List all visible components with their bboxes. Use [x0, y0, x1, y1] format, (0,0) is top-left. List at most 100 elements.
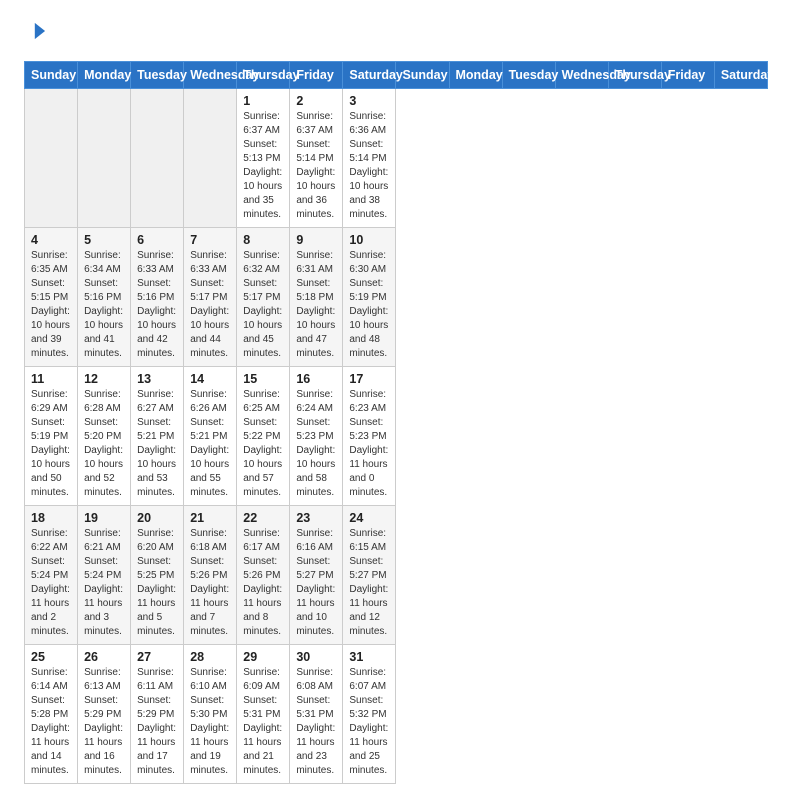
calendar-cell: 28 Sunrise: 6:10 AMSunset: 5:30 PMDayligh… — [184, 645, 237, 784]
day-detail: Sunrise: 6:18 AMSunset: 5:26 PMDaylight:… — [190, 527, 230, 639]
day-number: 12 — [84, 372, 124, 386]
day-detail: Sunrise: 6:31 AMSunset: 5:18 PMDaylight:… — [296, 249, 336, 361]
day-number: 9 — [296, 233, 336, 247]
calendar-cell: 8Sunrise: 6:32 AMSunset: 5:17 PMDaylight… — [237, 228, 290, 367]
day-detail: Sunrise: 6:20 AMSunset: 5:25 PMDaylight:… — [137, 527, 177, 639]
day-number: 29 — [243, 650, 283, 664]
calendar-week-row: 11 Sunrise: 6:29 AMSunset: 5:19 PMDayligh… — [25, 367, 768, 506]
calendar-cell: 9 Sunrise: 6:31 AMSunset: 5:18 PMDaylight… — [290, 228, 343, 367]
day-header-wednesday: Wednesday — [555, 62, 608, 89]
day-number: 11 — [31, 372, 71, 386]
day-header-sunday: Sunday — [25, 62, 78, 89]
calendar-cell: 31 Sunrise: 6:07 AMSunset: 5:32 PMDayligh… — [343, 645, 396, 784]
day-number: 23 — [296, 511, 336, 525]
calendar-cell — [184, 89, 237, 228]
day-number: 30 — [296, 650, 336, 664]
calendar-cell: 24 Sunrise: 6:15 AMSunset: 5:27 PMDayligh… — [343, 506, 396, 645]
day-header-saturday: Saturday — [714, 62, 767, 89]
calendar-cell: 4 Sunrise: 6:35 AMSunset: 5:15 PMDaylight… — [25, 228, 78, 367]
day-number: 18 — [31, 511, 71, 525]
calendar-week-row: 25 Sunrise: 6:14 AMSunset: 5:28 PMDayligh… — [25, 645, 768, 784]
day-detail: Sunrise: 6:07 AMSunset: 5:32 PMDaylight:… — [349, 666, 389, 778]
day-detail: Sunrise: 6:24 AMSunset: 5:23 PMDaylight:… — [296, 388, 336, 500]
day-detail: Sunrise: 6:28 AMSunset: 5:20 PMDaylight:… — [84, 388, 124, 500]
calendar-cell: 21 Sunrise: 6:18 AMSunset: 5:26 PMDayligh… — [184, 506, 237, 645]
calendar-cell: 27Sunrise: 6:11 AMSunset: 5:29 PMDayligh… — [131, 645, 184, 784]
day-number: 31 — [349, 650, 389, 664]
page-header — [24, 20, 768, 47]
day-detail: Sunrise: 6:37 AMSunset: 5:14 PMDaylight:… — [296, 110, 336, 222]
calendar-cell: 1Sunrise: 6:37 AMSunset: 5:13 PMDaylight… — [237, 89, 290, 228]
day-number: 7 — [190, 233, 230, 247]
calendar-cell — [78, 89, 131, 228]
calendar-cell: 22 Sunrise: 6:17 AMSunset: 5:26 PMDayligh… — [237, 506, 290, 645]
day-number: 24 — [349, 511, 389, 525]
day-detail: Sunrise: 6:13 AMSunset: 5:29 PMDaylight:… — [84, 666, 124, 778]
calendar-week-row: 18Sunrise: 6:22 AMSunset: 5:24 PMDayligh… — [25, 506, 768, 645]
day-number: 10 — [349, 233, 389, 247]
calendar-cell: 3 Sunrise: 6:36 AMSunset: 5:14 PMDaylight… — [343, 89, 396, 228]
calendar-cell: 18Sunrise: 6:22 AMSunset: 5:24 PMDayligh… — [25, 506, 78, 645]
day-header-monday: Monday — [78, 62, 131, 89]
day-number: 21 — [190, 511, 230, 525]
calendar-cell: 26 Sunrise: 6:13 AMSunset: 5:29 PMDayligh… — [78, 645, 131, 784]
day-detail: Sunrise: 6:33 AMSunset: 5:17 PMDaylight:… — [190, 249, 230, 361]
day-detail: Sunrise: 6:32 AMSunset: 5:17 PMDaylight:… — [243, 249, 283, 361]
day-detail: Sunrise: 6:27 AMSunset: 5:21 PMDaylight:… — [137, 388, 177, 500]
calendar-cell: 23 Sunrise: 6:16 AMSunset: 5:27 PMDayligh… — [290, 506, 343, 645]
calendar-cell: 25 Sunrise: 6:14 AMSunset: 5:28 PMDayligh… — [25, 645, 78, 784]
calendar-cell — [25, 89, 78, 228]
day-number: 3 — [349, 94, 389, 108]
day-detail: Sunrise: 6:09 AMSunset: 5:31 PMDaylight:… — [243, 666, 283, 778]
calendar-cell: 13 Sunrise: 6:27 AMSunset: 5:21 PMDayligh… — [131, 367, 184, 506]
day-detail: Sunrise: 6:14 AMSunset: 5:28 PMDaylight:… — [31, 666, 71, 778]
calendar-cell: 16Sunrise: 6:24 AMSunset: 5:23 PMDayligh… — [290, 367, 343, 506]
day-detail: Sunrise: 6:23 AMSunset: 5:23 PMDaylight:… — [349, 388, 389, 500]
day-detail: Sunrise: 6:11 AMSunset: 5:29 PMDaylight:… — [137, 666, 177, 778]
day-detail: Sunrise: 6:10 AMSunset: 5:30 PMDaylight:… — [190, 666, 230, 778]
day-number: 1 — [243, 94, 283, 108]
day-header-friday: Friday — [661, 62, 714, 89]
day-number: 28 — [190, 650, 230, 664]
day-header-sunday: Sunday — [396, 62, 449, 89]
day-detail: Sunrise: 6:15 AMSunset: 5:27 PMDaylight:… — [349, 527, 389, 639]
day-detail: Sunrise: 6:16 AMSunset: 5:27 PMDaylight:… — [296, 527, 336, 639]
day-header-wednesday: Wednesday — [184, 62, 237, 89]
day-header-tuesday: Tuesday — [502, 62, 555, 89]
day-number: 22 — [243, 511, 283, 525]
day-number: 4 — [31, 233, 71, 247]
day-header-monday: Monday — [449, 62, 502, 89]
day-number: 19 — [84, 511, 124, 525]
calendar-cell: 11 Sunrise: 6:29 AMSunset: 5:19 PMDayligh… — [25, 367, 78, 506]
day-detail: Sunrise: 6:29 AMSunset: 5:19 PMDaylight:… — [31, 388, 71, 500]
calendar-week-row: 4 Sunrise: 6:35 AMSunset: 5:15 PMDaylight… — [25, 228, 768, 367]
calendar-cell: 20 Sunrise: 6:20 AMSunset: 5:25 PMDayligh… — [131, 506, 184, 645]
day-number: 2 — [296, 94, 336, 108]
day-number: 14 — [190, 372, 230, 386]
calendar-cell: 6Sunrise: 6:33 AMSunset: 5:16 PMDaylight… — [131, 228, 184, 367]
calendar-table: SundayMondayTuesdayWednesdayThursdayFrid… — [24, 61, 768, 784]
day-number: 17 — [349, 372, 389, 386]
calendar-week-row: 1Sunrise: 6:37 AMSunset: 5:13 PMDaylight… — [25, 89, 768, 228]
day-detail: Sunrise: 6:17 AMSunset: 5:26 PMDaylight:… — [243, 527, 283, 639]
day-detail: Sunrise: 6:33 AMSunset: 5:16 PMDaylight:… — [137, 249, 177, 361]
logo — [24, 20, 50, 47]
calendar-cell: 30Sunrise: 6:08 AMSunset: 5:31 PMDayligh… — [290, 645, 343, 784]
calendar-cell: 19Sunrise: 6:21 AMSunset: 5:24 PMDayligh… — [78, 506, 131, 645]
day-number: 20 — [137, 511, 177, 525]
day-header-tuesday: Tuesday — [131, 62, 184, 89]
day-detail: Sunrise: 6:34 AMSunset: 5:16 PMDaylight:… — [84, 249, 124, 361]
day-detail: Sunrise: 6:25 AMSunset: 5:22 PMDaylight:… — [243, 388, 283, 500]
day-header-saturday: Saturday — [343, 62, 396, 89]
day-number: 26 — [84, 650, 124, 664]
calendar-cell: 5 Sunrise: 6:34 AMSunset: 5:16 PMDaylight… — [78, 228, 131, 367]
day-number: 13 — [137, 372, 177, 386]
day-header-thursday: Thursday — [237, 62, 290, 89]
day-header-friday: Friday — [290, 62, 343, 89]
day-detail: Sunrise: 6:35 AMSunset: 5:15 PMDaylight:… — [31, 249, 71, 361]
calendar-cell: 7 Sunrise: 6:33 AMSunset: 5:17 PMDaylight… — [184, 228, 237, 367]
day-detail: Sunrise: 6:36 AMSunset: 5:14 PMDaylight:… — [349, 110, 389, 222]
day-number: 5 — [84, 233, 124, 247]
day-number: 25 — [31, 650, 71, 664]
day-number: 15 — [243, 372, 283, 386]
